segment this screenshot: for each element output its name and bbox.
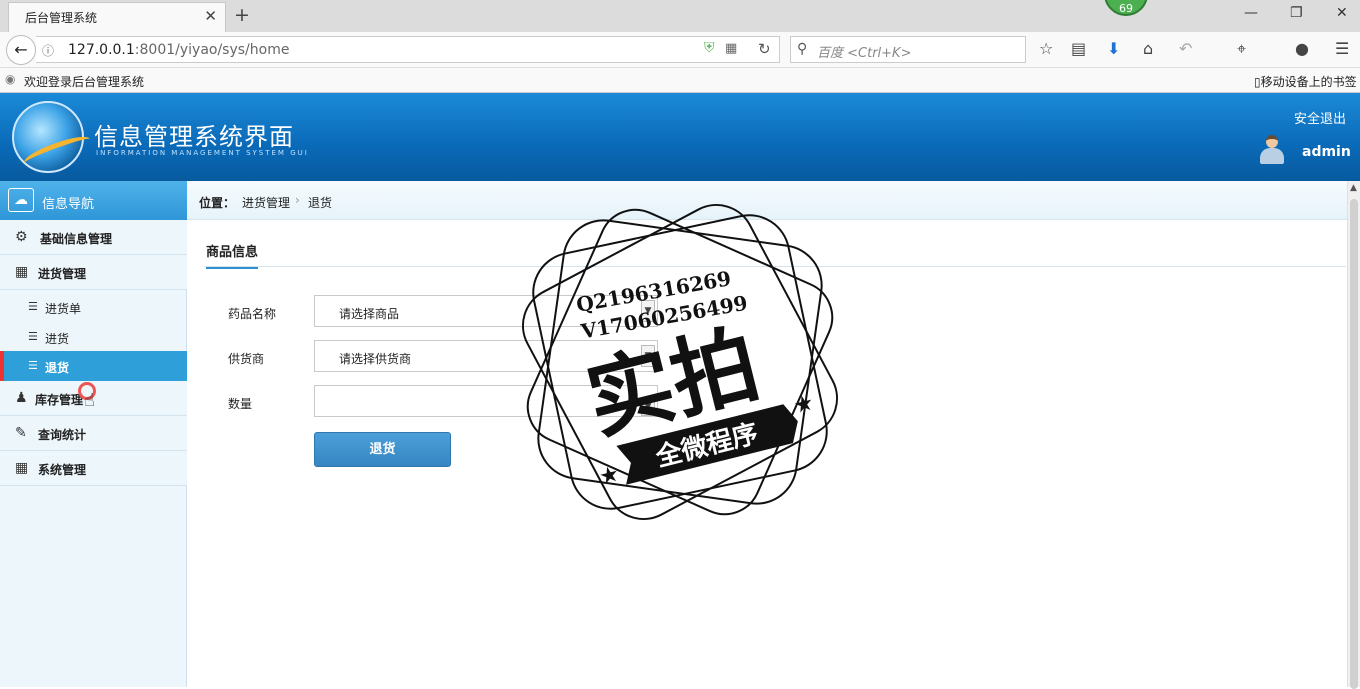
- qr-code-icon[interactable]: ▦: [725, 41, 737, 56]
- sidebar-subitem-label: 进货: [45, 332, 70, 346]
- sidebar-item-label: 查询统计: [38, 428, 87, 442]
- browser-nav-bar: ← ⓘ 127.0.0.1:8001/yiyao/sys/home ⛨ ▦ ↻ …: [0, 32, 1360, 68]
- return-button[interactable]: 退货: [314, 432, 451, 467]
- window-close-icon[interactable]: ✕: [1336, 5, 1348, 21]
- undo-icon[interactable]: ↶: [1179, 39, 1192, 58]
- edit-icon: ✎: [15, 425, 27, 441]
- browser-tab[interactable]: 后台管理系统 ✕: [8, 2, 226, 32]
- shield-icon[interactable]: ⛨: [704, 40, 715, 56]
- scroll-thumb[interactable]: [1350, 199, 1358, 689]
- sidebar-subitem-return[interactable]: ☰ 退货: [0, 351, 187, 381]
- supplier-value: 请选择供货商: [339, 352, 412, 366]
- star-icon: ★: [791, 390, 816, 419]
- home-icon[interactable]: ⌂: [1143, 39, 1153, 58]
- sidebar-item-label: 基础信息管理: [40, 232, 113, 246]
- breadcrumb-level1[interactable]: 进货管理: [242, 194, 290, 211]
- menu-icon[interactable]: ☰: [1335, 39, 1349, 58]
- bookmarks-bar: ◉ 欢迎登录后台管理系统 ▯移动设备上的书签: [0, 68, 1360, 93]
- crop-icon[interactable]: ⌖: [1237, 39, 1246, 59]
- tab-close-icon[interactable]: ✕: [204, 7, 217, 25]
- sidebar-item-label: 库存管理: [35, 393, 84, 407]
- sidebar-subitem-label: 退货: [45, 361, 70, 375]
- avatar: [1258, 135, 1286, 165]
- search-icon: ⚲: [797, 41, 808, 57]
- system-subtitle: INFORMATION MANAGEMENT SYSTEM GUI: [96, 149, 309, 157]
- restore-icon[interactable]: ❐: [1290, 5, 1303, 21]
- users-icon: ♟: [15, 390, 28, 406]
- chat-icon[interactable]: ●: [1295, 39, 1309, 58]
- system-title: 信息管理系统界面: [94, 123, 294, 151]
- sidebar-subitem-purchase[interactable]: ☰ 进货: [0, 322, 187, 352]
- tab-title: 后台管理系统: [25, 11, 98, 25]
- username: admin: [1302, 144, 1351, 160]
- scroll-up-icon[interactable]: ▲: [1350, 183, 1357, 193]
- app-header: 信息管理系统界面 INFORMATION MANAGEMENT SYSTEM G…: [0, 93, 1360, 181]
- quantity-label: 数量: [228, 397, 253, 411]
- list-icon: ☰: [28, 330, 38, 343]
- star-icon: ★: [597, 461, 622, 490]
- sidebar-subitem-label: 进货单: [45, 302, 82, 316]
- section-tab[interactable]: 商品信息: [206, 241, 259, 269]
- sidebar-item-label: 系统管理: [38, 463, 87, 477]
- browser-tab-bar: 后台管理系统 ✕ + 69 — ❐ ✕: [0, 0, 1360, 32]
- globe-icon: ◉: [5, 72, 16, 86]
- url-text: 127.0.0.1:8001/yiyao/sys/home: [68, 42, 290, 58]
- sidebar-title: 信息导航: [42, 197, 95, 212]
- bookmark-link[interactable]: 欢迎登录后台管理系统: [24, 73, 144, 90]
- sidebar-item-purchase[interactable]: ▦ 进货管理: [0, 255, 187, 290]
- calendar-icon: ▦: [15, 264, 29, 280]
- info-icon[interactable]: ⓘ: [42, 42, 54, 59]
- new-tab-button[interactable]: +: [234, 4, 250, 26]
- breadcrumb-label: 位置：: [199, 196, 236, 210]
- breadcrumb-separator: ›: [295, 193, 300, 207]
- drug-name-value: 请选择商品: [339, 307, 400, 321]
- reload-icon[interactable]: ↻: [758, 40, 771, 58]
- star-icon[interactable]: ☆: [1039, 39, 1053, 58]
- reading-list-icon[interactable]: ▤: [1071, 39, 1086, 58]
- download-icon[interactable]: ⬇: [1107, 39, 1120, 58]
- sidebar-header: ☁ 信息导航: [0, 181, 187, 220]
- sidebar-item-system[interactable]: ▦ 系统管理: [0, 451, 187, 486]
- hand-cursor-icon: ☝: [84, 390, 95, 411]
- mobile-bookmarks[interactable]: ▯移动设备上的书签: [1254, 73, 1357, 90]
- search-box[interactable]: ⚲ 百度 <Ctrl+K>: [790, 36, 1026, 63]
- breadcrumb-level2[interactable]: 退货: [308, 194, 332, 211]
- sidebar: ☁ 信息导航 ⚙ 基础信息管理 ▦ 进货管理 ☰ 进货单 ☰ 进货 ☰ 退货 ♟…: [0, 181, 187, 687]
- search-placeholder: 百度 <Ctrl+K>: [817, 46, 912, 61]
- list-icon: ☰: [28, 359, 38, 372]
- logout-link[interactable]: 安全退出: [1294, 108, 1346, 127]
- minimize-icon[interactable]: —: [1244, 5, 1258, 21]
- sidebar-subitem-purchase-order[interactable]: ☰ 进货单: [0, 292, 187, 322]
- sidebar-item-label: 进货管理: [38, 267, 87, 281]
- back-arrow-icon[interactable]: ←: [6, 35, 36, 65]
- extension-badge[interactable]: 69: [1104, 0, 1148, 16]
- address-bar[interactable]: ⓘ 127.0.0.1:8001/yiyao/sys/home ⛨ ▦ ↻: [36, 36, 780, 63]
- cloud-icon: ☁: [8, 188, 34, 212]
- sidebar-item-basic-info[interactable]: ⚙ 基础信息管理: [0, 220, 187, 255]
- drug-name-label: 药品名称: [228, 307, 277, 321]
- supplier-label: 供货商: [228, 352, 265, 366]
- calendar-icon: ▦: [15, 460, 29, 476]
- list-icon: ☰: [28, 300, 38, 313]
- watermark-stamp: Q2196316269 V17060256499 实拍 全微程序 ★ ★: [521, 203, 839, 521]
- sidebar-item-query[interactable]: ✎ 查询统计: [0, 416, 187, 451]
- gears-icon: ⚙: [15, 229, 28, 245]
- scrollbar[interactable]: ▲: [1347, 181, 1360, 689]
